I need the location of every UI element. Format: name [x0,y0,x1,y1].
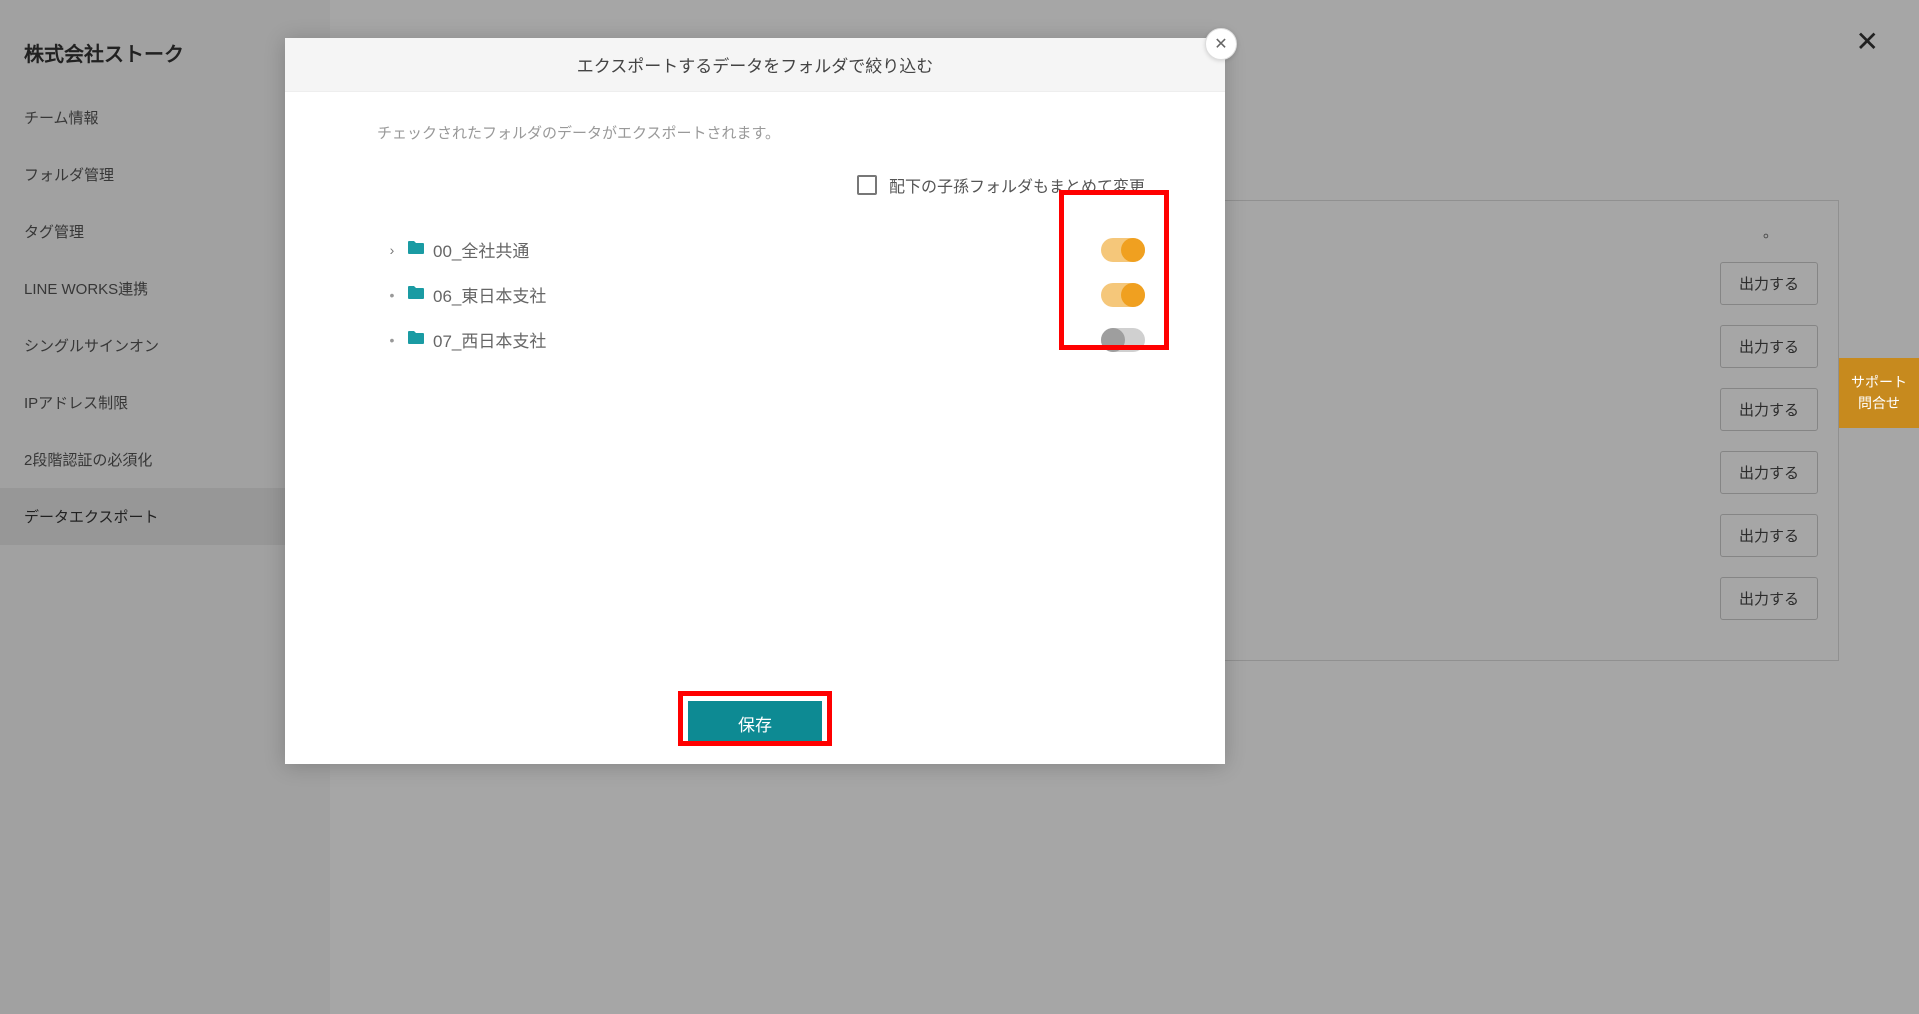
folder-toggle[interactable] [1101,328,1145,352]
folder-icon [407,284,425,305]
bullet-icon: • [385,287,399,303]
folder-name: 07_西日本支社 [433,327,546,352]
bullet-icon: • [385,332,399,348]
chevron-right-icon[interactable]: › [385,242,399,258]
folder-icon [407,329,425,350]
folder-name: 00_全社共通 [433,237,529,262]
save-button[interactable]: 保存 [688,701,822,746]
close-icon: ✕ [1214,34,1227,54]
descendant-folders-checkbox[interactable] [857,175,877,195]
modal-description: チェックされたフォルダのデータがエクスポートされます。 [365,122,1145,143]
folder-name: 06_東日本支社 [433,282,546,307]
descendant-folders-label: 配下の子孫フォルダもまとめて変更 [889,173,1145,197]
folder-toggle[interactable] [1101,238,1145,262]
modal-title: エクスポートするデータをフォルダで絞り込む [285,38,1225,92]
folder-toggle[interactable] [1101,283,1145,307]
folder-list: › 00_全社共通 • 06_東日本支社 [365,227,1145,362]
support-button[interactable]: サポート 問合せ [1839,358,1919,428]
folder-icon [407,239,425,260]
folder-row: • 06_東日本支社 [385,272,1145,317]
folder-row: › 00_全社共通 [385,227,1145,272]
folder-row: • 07_西日本支社 [385,317,1145,362]
folder-filter-modal: ✕ エクスポートするデータをフォルダで絞り込む チェックされたフォルダのデータが… [285,38,1225,764]
modal-body: チェックされたフォルダのデータがエクスポートされます。 配下の子孫フォルダもまと… [285,92,1225,683]
modal-close-button[interactable]: ✕ [1205,28,1237,60]
modal-footer: 保存 [285,683,1225,764]
